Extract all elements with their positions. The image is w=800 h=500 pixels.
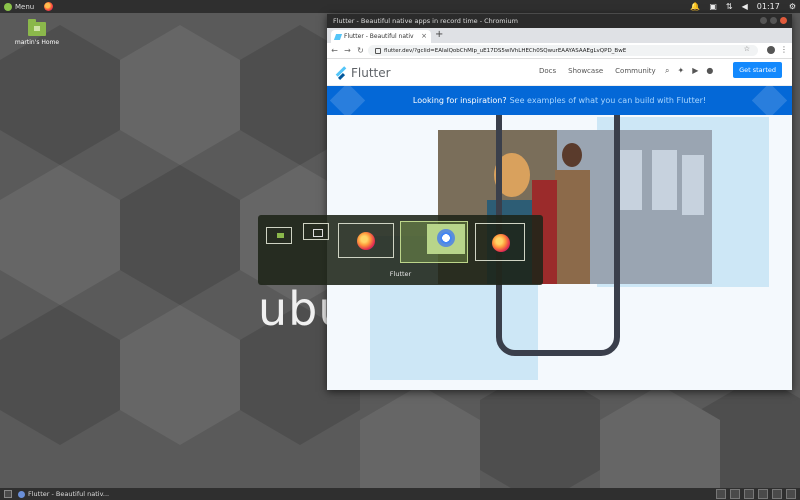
chromium-window[interactable]: Flutter - Beautiful native apps in recor… [327, 14, 792, 390]
window-icon [313, 229, 323, 237]
chromium-task-icon [18, 490, 25, 498]
banner-text: Looking for inspiration? [412, 96, 507, 105]
switcher-item-firefox-2[interactable] [475, 223, 525, 261]
firefox-icon [492, 234, 510, 252]
workspace-switcher [716, 489, 796, 499]
workspace-1[interactable] [716, 489, 726, 499]
menu-button[interactable]: Menu [0, 0, 38, 13]
volume-icon[interactable]: ◀ [742, 2, 748, 11]
nav-docs[interactable]: Docs [539, 67, 556, 75]
home-folder-icon [28, 19, 46, 36]
search-icon[interactable]: ⌕ [665, 66, 669, 76]
twitter-icon[interactable]: ✦ [677, 66, 684, 76]
window-titlebar[interactable]: Flutter - Beautiful native apps in recor… [327, 14, 792, 28]
youtube-icon[interactable]: ▶ [692, 66, 698, 76]
bottom-panel: Flutter - Beautiful nativ... [0, 488, 800, 500]
tab-close-icon[interactable]: × [421, 32, 427, 40]
home-icon-label: martin's Home [14, 39, 60, 46]
close-button[interactable] [780, 17, 787, 24]
browser-toolbar: ← → ↻ flutter.dev/?gclid=EAIaIQobChMIp_u… [327, 43, 792, 59]
firefox-icon [357, 232, 375, 250]
switcher-item-home[interactable] [266, 227, 292, 244]
flutter-favicon-icon [333, 33, 343, 40]
settings-icon[interactable]: ⚙ [789, 2, 796, 11]
workspace-2[interactable] [730, 489, 740, 499]
chromium-icon [437, 229, 455, 247]
maximize-button[interactable] [770, 17, 777, 24]
firefox-launcher-icon[interactable] [44, 2, 54, 11]
switcher-item-firefox[interactable] [338, 223, 394, 258]
workspace-3[interactable] [744, 489, 754, 499]
switcher-item-chromium[interactable] [400, 221, 468, 263]
folder-icon [277, 233, 284, 238]
minimize-button[interactable] [760, 17, 767, 24]
taskbar-item-chromium[interactable]: Flutter - Beautiful nativ... [0, 490, 109, 498]
window-controls [760, 17, 787, 24]
mint-logo-icon [4, 2, 12, 11]
tab-title: Flutter - Beautiful nativ [344, 33, 414, 40]
top-panel: Menu 🔔 ▣ ⇅ ◀ 01:17 ⚙ [0, 0, 800, 13]
workspace-5[interactable] [772, 489, 782, 499]
social-icons: ⌕ ✦ ▶ ● [665, 66, 713, 76]
address-bar[interactable]: flutter.dev/?gclid=EAIaIQobChMIp_uE17DS5… [368, 45, 758, 56]
switcher-caption: Flutter [389, 270, 412, 278]
switcher-item-window[interactable] [303, 223, 329, 240]
nav-community[interactable]: Community [615, 67, 656, 75]
more-menu-icon[interactable]: ⋮ [780, 45, 788, 54]
system-tray: 🔔 ▣ ⇅ ◀ 01:17 ⚙ [690, 0, 796, 13]
flutter-logo-icon [335, 66, 347, 81]
tab-flutter[interactable]: Flutter - Beautiful nativ × [331, 30, 431, 43]
notifications-icon[interactable]: 🔔 [690, 2, 700, 11]
site-header: Flutter Docs Showcase Community ⌕ ✦ ▶ ● … [327, 59, 792, 86]
workspace-4[interactable] [758, 489, 768, 499]
reload-icon[interactable]: ↻ [355, 46, 366, 55]
back-icon[interactable]: ← [329, 46, 340, 55]
forward-icon[interactable]: → [342, 46, 353, 55]
tab-strip: Flutter - Beautiful nativ × + [327, 28, 792, 43]
banner-decoration-right [751, 82, 788, 119]
lock-icon [375, 47, 381, 54]
profile-avatar-icon[interactable] [767, 45, 775, 54]
menu-label: Menu [15, 2, 35, 11]
url-text: flutter.dev/?gclid=EAIaIQobChMIp_uE17DS5… [384, 47, 627, 54]
network-icon[interactable]: ⇅ [726, 2, 733, 11]
folder-tray-icon[interactable]: ▣ [709, 2, 717, 11]
inspiration-banner: Looking for inspiration? See examples of… [327, 82, 792, 119]
get-started-button[interactable]: Get started [733, 62, 782, 78]
brand-name: Flutter [351, 66, 391, 80]
window-title: Flutter - Beautiful native apps in recor… [333, 17, 518, 25]
clock[interactable]: 01:17 [757, 2, 780, 11]
window-switcher: Flutter [258, 215, 543, 285]
nav-showcase[interactable]: Showcase [568, 67, 603, 75]
banner-link[interactable]: See examples of what you can build with … [510, 96, 707, 105]
show-desktop-button[interactable] [4, 490, 12, 498]
github-icon[interactable]: ● [706, 66, 713, 76]
banner-decoration-left [329, 82, 366, 119]
site-nav-links: Docs Showcase Community [539, 67, 656, 75]
new-tab-button[interactable]: + [435, 29, 443, 40]
taskbar-item-label: Flutter - Beautiful nativ... [28, 490, 110, 498]
desktop-home-icon[interactable]: martin's Home [14, 19, 60, 46]
workspace-6[interactable] [786, 489, 796, 499]
flutter-logo[interactable]: Flutter [335, 66, 391, 81]
bookmark-star-icon[interactable]: ☆ [744, 45, 750, 53]
